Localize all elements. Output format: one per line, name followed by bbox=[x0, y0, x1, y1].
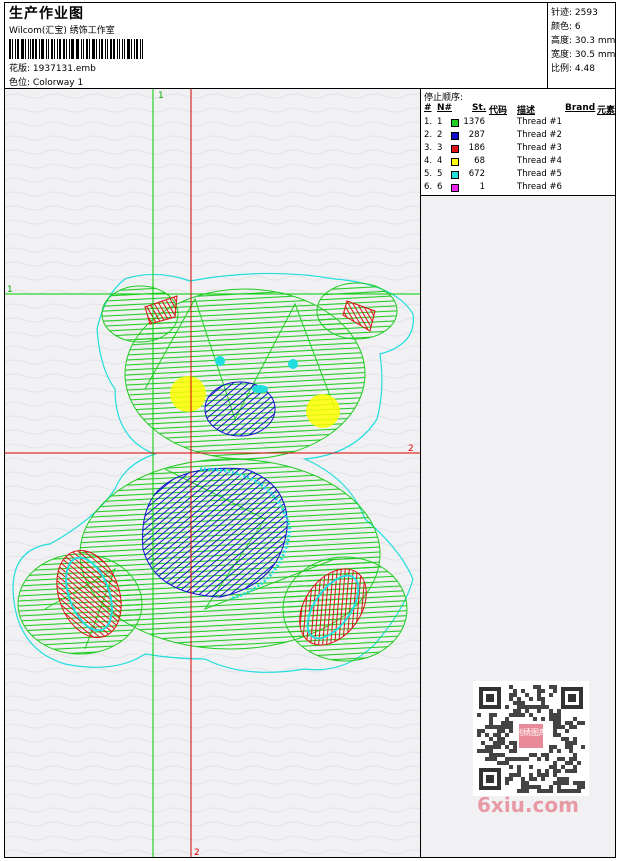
design-file: 1937131.emb bbox=[32, 64, 96, 74]
col-element: 元素 bbox=[597, 106, 616, 116]
design-label: 花版: bbox=[9, 64, 31, 74]
color-swatch bbox=[451, 119, 459, 127]
table-row: 3. 3 186 Thread #3 bbox=[424, 143, 562, 153]
color-swatch bbox=[451, 171, 459, 179]
stat-scale: 比例: 4.48 bbox=[551, 64, 595, 74]
table-row: 2. 2 287 Thread #2 bbox=[424, 130, 562, 140]
color-swatch bbox=[451, 145, 459, 153]
stop-sequence-title: 停止顺序: bbox=[424, 93, 464, 103]
stop-sequence-panel: 停止顺序: # N# St. 代码 描述 Brand 元素 1. 1 1376 T… bbox=[421, 89, 615, 857]
barcode bbox=[9, 39, 145, 59]
colorway-name: Colorway 1 bbox=[32, 78, 84, 88]
color-swatch bbox=[451, 132, 459, 140]
crosshair-v2-label: 2 bbox=[194, 848, 200, 857]
col-brand: Brand bbox=[565, 103, 596, 113]
color-swatch bbox=[451, 184, 459, 192]
production-sheet: 生产作业图 Wilcom(汇宝) 绣饰工作室 花版: 1937131.emb 色… bbox=[4, 2, 616, 858]
cheek-right bbox=[306, 394, 340, 428]
notes-area: 刺绣图库 6xiu.com bbox=[421, 196, 615, 857]
col-st: St. bbox=[472, 103, 487, 113]
stat-colors: 颜色: 6 bbox=[551, 22, 581, 32]
qr-badge-text: 刺绣图库 bbox=[515, 727, 547, 737]
col-code: 代码 bbox=[489, 106, 508, 116]
colorway-line: 色位: Colorway 1 bbox=[9, 75, 83, 88]
table-row: 1. 1 1376 Thread #1 bbox=[424, 117, 562, 127]
stat-width: 宽度: 30.5 mm bbox=[551, 50, 616, 60]
design-preview: 1 1 2 2 bbox=[5, 89, 421, 857]
colorway-label: 色位: bbox=[9, 78, 31, 88]
stats-box: 针迹: 2593 颜色: 6 高度: 30.3 mm 宽度: 30.5 mm 比… bbox=[548, 3, 615, 89]
stop-sequence-table: 停止顺序: # N# St. 代码 描述 Brand 元素 1. 1 1376 T… bbox=[421, 89, 615, 196]
color-swatch bbox=[451, 158, 459, 166]
stat-height: 高度: 30.3 mm bbox=[551, 36, 616, 46]
qr-code: 刺绣图库 bbox=[473, 681, 589, 796]
crosshair-h2-label: 2 bbox=[408, 444, 414, 454]
crosshair-v1-label: 1 bbox=[158, 91, 164, 101]
table-row: 6. 6 1 Thread #6 bbox=[424, 182, 562, 192]
design-file-line: 花版: 1937131.emb bbox=[9, 61, 96, 74]
page-title: 生产作业图 bbox=[9, 6, 84, 22]
col-n: N# bbox=[437, 103, 453, 113]
crosshair-h1-label: 1 bbox=[7, 285, 13, 295]
table-row: 4. 4 68 Thread #4 bbox=[424, 156, 562, 166]
watermark: 6xiu.com bbox=[477, 793, 579, 817]
table-row: 5. 5 672 Thread #5 bbox=[424, 169, 562, 179]
embroidery-drawing: 1 1 2 2 bbox=[5, 89, 420, 857]
studio-name: Wilcom(汇宝) 绣饰工作室 bbox=[9, 26, 115, 36]
col-num: # bbox=[424, 103, 432, 113]
stat-stitches: 针迹: 2593 bbox=[551, 8, 598, 18]
header-info: 生产作业图 Wilcom(汇宝) 绣饰工作室 花版: 1937131.emb 色… bbox=[5, 3, 548, 89]
cheek-left bbox=[170, 376, 206, 412]
col-desc: 描述 bbox=[517, 106, 536, 116]
